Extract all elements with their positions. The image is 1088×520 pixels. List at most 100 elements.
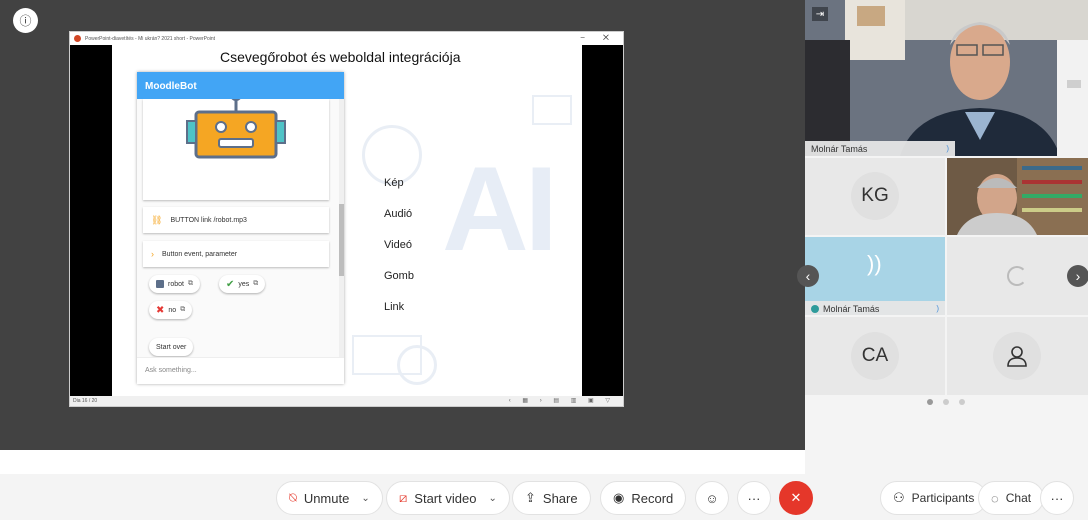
participant-video-grid: Molnár Tamás ) ⇥ KG )) Molnár Tamás ) CA… <box>797 0 1088 474</box>
start-over-button[interactable]: Start over <box>149 338 194 356</box>
cross-icon: ✖ <box>156 304 165 316</box>
participants-button[interactable]: ⚇ Participants <box>880 481 988 515</box>
reactions-button[interactable]: ☺ <box>695 481 729 515</box>
page-dot-active[interactable] <box>927 399 933 405</box>
slide-item-kep: Kép <box>384 177 404 189</box>
moodlebot-header: MoodleBot <box>137 72 344 99</box>
chevron-down-icon[interactable]: ⌄ <box>488 493 496 504</box>
record-label: Record <box>631 490 674 506</box>
powerpoint-logo-icon <box>74 35 81 42</box>
chevron-right-icon: › <box>151 249 154 259</box>
page-dot[interactable] <box>959 399 965 405</box>
chip-yes[interactable]: ✔ yes ⧉ <box>219 275 266 293</box>
chip-label: no <box>168 306 177 314</box>
participant-name: Molnár Tamás <box>823 303 880 314</box>
tile-video-participant[interactable] <box>947 158 1088 235</box>
powerpoint-window: PowerPoint-diavetítés - Mi ukrán? 2021 s… <box>69 31 624 407</box>
mic-icon: ) <box>936 304 939 313</box>
participant-video <box>805 0 1088 156</box>
next-page-arrow-icon[interactable]: › <box>1067 265 1088 287</box>
page-dot[interactable] <box>943 399 949 405</box>
ppt-titlebar: PowerPoint-diavetítés - Mi ukrán? 2021 s… <box>70 32 623 45</box>
share-icon: ⇪ <box>525 490 536 505</box>
slide-bg-text: AI <box>442 142 558 276</box>
end-call-button[interactable]: ✕ <box>779 481 813 515</box>
chat-bubble-icon: ◌ <box>991 490 999 506</box>
bg-decoration <box>362 125 422 185</box>
stage-footer-strip <box>0 450 805 474</box>
tile-ca[interactable]: CA <box>805 317 945 395</box>
slide-counter: Dia 16 / 20 <box>73 398 98 404</box>
robot-image-card <box>143 99 329 200</box>
moodlebot-scrollbar[interactable] <box>339 99 344 357</box>
expand-icon[interactable]: ⇥ <box>812 7 828 21</box>
ppt-window-title: PowerPoint-diavetítés - Mi ukrán? 2021 s… <box>85 35 216 42</box>
robot-icon <box>186 99 286 159</box>
meeting-toolbar: ⍉ Unmute ⌄ ⧄ Start video ⌄ ⇪ Share ◉ Rec… <box>0 474 1088 520</box>
start-over-label: Start over <box>156 343 187 351</box>
avatar: CA <box>851 332 899 380</box>
info-icon[interactable]: ⓘ <box>13 8 38 33</box>
participants-label: Participants <box>911 491 975 505</box>
bg-decoration <box>532 95 572 125</box>
shared-screen-stage: ⓘ PowerPoint-diavetítés - Mi ukrán? 2021… <box>0 0 805 450</box>
unmute-label: Unmute <box>303 490 350 506</box>
prev-page-arrow-icon[interactable]: ‹ <box>797 265 819 287</box>
button-event-row[interactable]: › Button event, parameter <box>143 241 329 267</box>
slide-item-video: Videó <box>384 239 412 251</box>
more-options-button[interactable]: ··· <box>737 481 771 515</box>
unmute-button[interactable]: ⍉ Unmute ⌄ <box>276 481 383 515</box>
avatar: KG <box>851 172 899 220</box>
loading-spinner-icon <box>1007 266 1027 286</box>
share-label: Share <box>542 490 578 506</box>
button-link-label: BUTTON link /robot.mp3 <box>170 216 247 224</box>
moodlebot-widget: MoodleBot ⛓ BUTTON link /robot.mp3 › But… <box>137 72 344 384</box>
external-link-icon: ⧉ <box>187 280 193 287</box>
chevron-down-icon[interactable]: ⌄ <box>361 493 369 504</box>
robot-thumb-icon <box>156 280 164 288</box>
status-dot-icon <box>811 304 819 313</box>
video-tile-molnar-tamas[interactable]: Molnár Tamás ) ⇥ <box>805 0 1088 156</box>
chip-no[interactable]: ✖ no ⧉ <box>149 301 193 319</box>
nameplate: Molnár Tamás ) <box>805 301 945 315</box>
moodlebot-input[interactable]: Ask something... <box>137 357 344 384</box>
user-icon <box>993 332 1041 380</box>
bg-decoration <box>352 335 422 375</box>
chat-button[interactable]: ◌ Chat <box>978 481 1045 515</box>
slide-title: Csevegőrobot és weboldal integrációja <box>220 49 461 65</box>
button-link-row[interactable]: ⛓ BUTTON link /robot.mp3 <box>143 207 329 233</box>
more-options-button-right[interactable]: ··· <box>1040 481 1074 515</box>
moodlebot-messages[interactable]: ⛓ BUTTON link /robot.mp3 › Button event,… <box>137 99 344 357</box>
slide: AI Csevegőrobot és weboldal integrációja… <box>112 45 582 397</box>
smiley-icon: ☺ <box>705 490 719 506</box>
mic-muted-icon: ⍉ <box>289 490 297 505</box>
chat-label: Chat <box>1005 491 1032 505</box>
record-button[interactable]: ◉ Record <box>600 481 687 515</box>
chip-label: robot <box>168 280 184 288</box>
scrollbar-thumb[interactable] <box>339 204 344 276</box>
ppt-statusbar: Dia 16 / 20 ‹ ▦ › ▤ ▥ ▣ ▽ <box>70 396 623 406</box>
window-controls-icon[interactable]: ⎯ ✕ <box>581 33 617 43</box>
chip-robot[interactable]: robot ⧉ <box>149 275 200 293</box>
chip-label: yes <box>238 280 250 288</box>
close-icon: ✕ <box>790 490 802 505</box>
participant-name: Molnár Tamás <box>811 143 868 154</box>
participant-video <box>947 158 1088 235</box>
tile-kg[interactable]: KG <box>805 158 945 235</box>
external-link-icon: ⧉ <box>180 306 186 313</box>
tile-anonymous[interactable] <box>947 317 1088 395</box>
slide-item-audio: Audió <box>384 208 413 220</box>
tile-audio-molnar-tamas[interactable]: )) Molnár Tamás ) <box>805 237 945 315</box>
link-icon: ⛓ <box>151 214 163 225</box>
check-icon: ✔ <box>226 278 235 290</box>
external-link-icon: ⧉ <box>253 280 259 287</box>
mic-icon: ) <box>946 144 949 153</box>
start-video-label: Start video <box>414 490 477 506</box>
more-label: ··· <box>747 490 761 506</box>
button-event-label: Button event, parameter <box>162 250 238 258</box>
start-video-button[interactable]: ⧄ Start video ⌄ <box>386 481 510 515</box>
user-icon: ⚇ <box>893 490 905 505</box>
share-button[interactable]: ⇪ Share <box>512 481 591 515</box>
ppt-view-controls-icon[interactable]: ‹ ▦ › ▤ ▥ ▣ ▽ <box>509 397 615 404</box>
more-label: ··· <box>1050 490 1064 506</box>
